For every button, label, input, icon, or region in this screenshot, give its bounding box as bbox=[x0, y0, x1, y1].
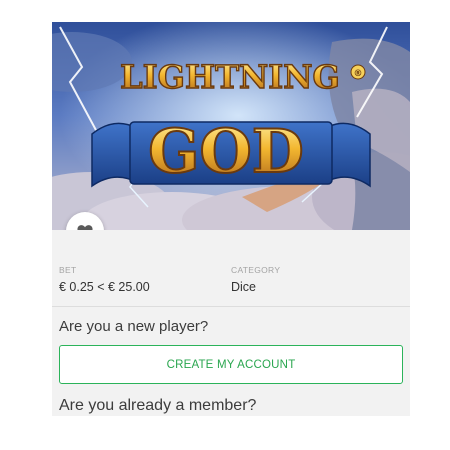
bet-value: € 0.25 < € 25.00 bbox=[59, 280, 150, 294]
logo-title-line1: LIGHTNING bbox=[120, 58, 340, 96]
create-account-button[interactable]: CREATE MY ACCOUNT bbox=[59, 345, 403, 384]
bet-label: BET bbox=[59, 265, 77, 275]
game-details: BET € 0.25 < € 25.00 CATEGORY Dice Are y… bbox=[52, 230, 410, 416]
category-value: Dice bbox=[231, 280, 257, 294]
registered-mark: ® bbox=[354, 69, 363, 79]
game-artwork: LIGHTNING GOD ® bbox=[52, 22, 410, 230]
game-card: LIGHTNING GOD ® BET € 0.25 < € 25.00 CAT… bbox=[52, 22, 410, 416]
game-thumbnail[interactable]: LIGHTNING GOD ® bbox=[52, 22, 410, 230]
new-player-question: Are you a new player? bbox=[59, 318, 209, 335]
divider bbox=[52, 306, 410, 307]
logo-title-line2: GOD bbox=[148, 117, 304, 187]
member-question: Are you already a member? bbox=[59, 397, 257, 414]
category-label: CATEGORY bbox=[231, 265, 281, 275]
